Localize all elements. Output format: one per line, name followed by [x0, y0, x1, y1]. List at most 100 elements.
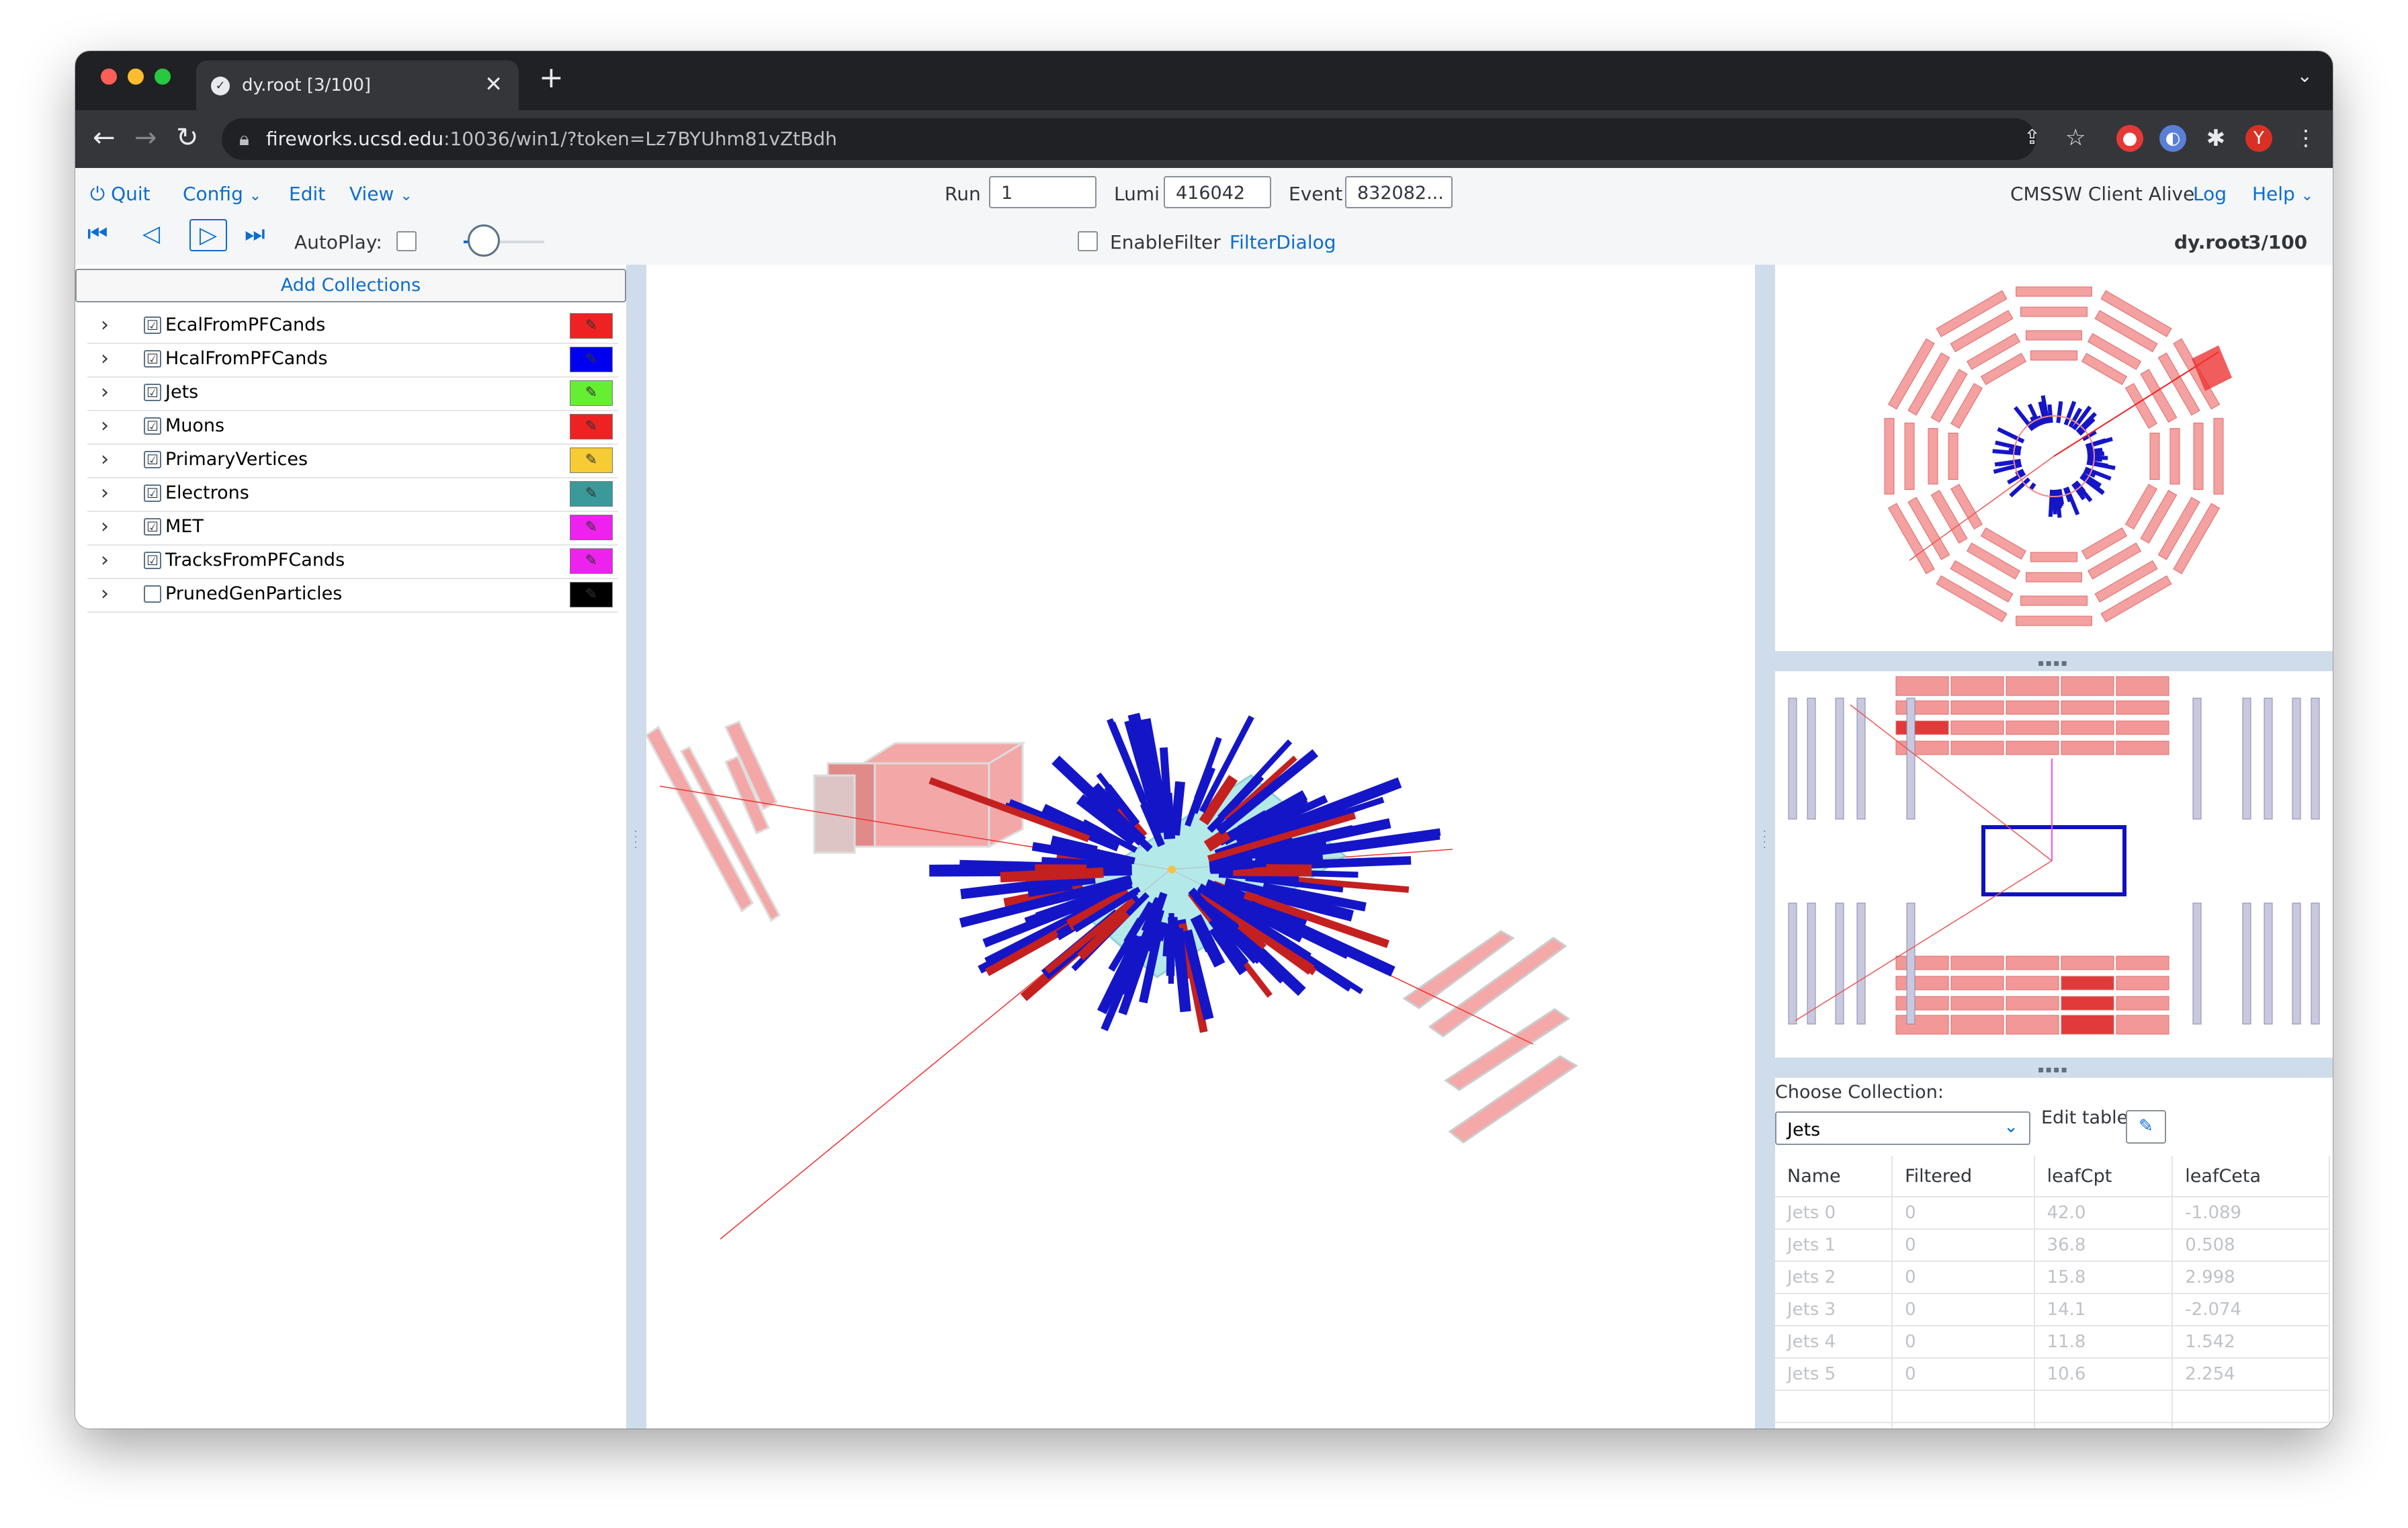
autoplay-checkbox[interactable] [396, 231, 417, 251]
play-icon[interactable]: ▷ [189, 219, 227, 251]
collection-row[interactable]: › ☑ PrimaryVertices ✎ [87, 443, 618, 478]
browser-menu-icon[interactable]: ⋮ [2295, 121, 2317, 155]
forward-button[interactable]: → [134, 121, 157, 155]
log-link[interactable]: Log [2193, 183, 2227, 205]
address-field[interactable]: 🔒︎ fireworks.ucsd.edu:10036/win1/?token=… [222, 118, 2036, 160]
horizontal-splitter[interactable]: ▪▪▪▪ [1775, 651, 2333, 671]
last-event-icon[interactable]: ⏭ [245, 220, 265, 247]
chevron-right-icon[interactable]: › [101, 582, 109, 605]
collection-row[interactable]: › ☑ EcalFromPFCands ✎ [87, 309, 618, 344]
collection-checkbox[interactable]: ☑ [144, 384, 161, 401]
collection-checkbox[interactable]: ☑ [144, 350, 161, 368]
color-swatch-pencil-icon[interactable]: ✎ [570, 548, 613, 574]
collection-checkbox[interactable]: ☑ [144, 417, 161, 435]
bookmark-star-icon[interactable]: ☆ [2065, 121, 2086, 155]
3d-event-view[interactable] [645, 265, 1755, 1429]
rz-view[interactable] [1775, 671, 2333, 1058]
collection-checkbox[interactable]: ☑ [144, 518, 161, 536]
vertical-splitter-left[interactable]: · · · · [626, 265, 646, 1429]
tab-close-icon[interactable]: ✕ [484, 71, 503, 97]
collection-label: HcalFromPFCands [165, 348, 328, 369]
chevron-right-icon[interactable]: › [101, 448, 109, 471]
chevron-right-icon[interactable]: › [101, 313, 109, 337]
table-row[interactable]: Jets 4 0 11.8 1.542 [1775, 1326, 2330, 1359]
collection-checkbox[interactable] [144, 585, 161, 603]
column-header[interactable]: Name [1775, 1156, 1893, 1197]
collection-checkbox[interactable]: ☑ [144, 451, 161, 468]
edit-table-pencil-icon[interactable]: ✎ [2126, 1110, 2166, 1144]
muon-chamber [1936, 575, 2008, 623]
column-header[interactable]: Filtered [1892, 1156, 2035, 1197]
chevron-right-icon[interactable]: › [101, 347, 109, 370]
collection-checkbox[interactable]: ☑ [144, 316, 161, 334]
collection-row[interactable]: › ☑ Muons ✎ [87, 410, 618, 445]
extensions-puzzle-icon[interactable]: ✱ [2202, 125, 2229, 152]
close-window-button[interactable] [101, 69, 117, 85]
lumi-input[interactable]: 416042 [1164, 176, 1271, 208]
collection-row[interactable]: › ☑ MET ✎ [87, 511, 618, 546]
table-row[interactable]: Jets 0 0 42.0 -1.089 [1775, 1197, 2330, 1230]
view-menu[interactable]: View ⌄ [349, 183, 413, 205]
horizontal-splitter[interactable]: ▪▪▪▪ [1775, 1058, 2333, 1078]
color-swatch-pencil-icon[interactable]: ✎ [570, 582, 613, 607]
collection-row[interactable]: › ☑ HcalFromPFCands ✎ [87, 343, 618, 378]
minimize-window-button[interactable] [128, 69, 144, 85]
color-swatch-pencil-icon[interactable]: ✎ [570, 448, 613, 473]
vertical-splitter-right[interactable]: · · · · [1755, 265, 1775, 1429]
collection-row[interactable]: › ☑ TracksFromPFCands ✎ [87, 544, 618, 579]
color-swatch-pencil-icon[interactable]: ✎ [570, 313, 613, 339]
table-row[interactable]: Jets 1 0 36.8 0.508 [1775, 1229, 2330, 1262]
chevron-right-icon[interactable]: › [101, 414, 109, 437]
extension-compass-icon[interactable]: ◐ [2159, 125, 2186, 152]
run-input[interactable]: 1 [989, 176, 1096, 208]
first-event-icon[interactable]: ⏮ [87, 220, 108, 247]
tab-search-icon[interactable]: ⌄ [2297, 65, 2313, 87]
table-row[interactable]: Jets 2 0 15.8 2.998 [1775, 1261, 2330, 1294]
help-menu[interactable]: Help ⌄ [2252, 183, 2313, 205]
share-icon[interactable]: ⇪ [2024, 121, 2040, 155]
config-menu[interactable]: Config ⌄ [183, 183, 261, 205]
color-swatch-pencil-icon[interactable]: ✎ [570, 380, 613, 406]
chevron-right-icon[interactable]: › [101, 380, 109, 404]
collection-row[interactable]: › PrunedGenParticles ✎ [87, 578, 618, 613]
color-swatch-pencil-icon[interactable]: ✎ [570, 414, 613, 439]
collection-checkbox[interactable]: ☑ [144, 552, 161, 569]
collection-checkbox[interactable]: ☑ [144, 484, 161, 502]
chevron-right-icon[interactable]: › [101, 548, 109, 572]
maximize-window-button[interactable] [155, 69, 171, 85]
url-host: fireworks.ucsd.edu [266, 128, 444, 150]
edit-menu[interactable]: Edit [289, 183, 325, 205]
rphi-view[interactable] [1775, 265, 2333, 651]
color-swatch-pencil-icon[interactable]: ✎ [570, 515, 613, 540]
extension-shield-icon[interactable]: ● [2116, 125, 2143, 152]
column-header[interactable]: leafCpt [2034, 1156, 2174, 1197]
table-row[interactable]: Jets 5 0 10.6 2.254 [1775, 1358, 2330, 1391]
speed-slider-handle[interactable] [468, 224, 500, 257]
table-cell [1892, 1390, 2035, 1423]
back-button[interactable]: ← [93, 121, 116, 155]
chevron-right-icon[interactable]: › [101, 481, 109, 505]
collection-row[interactable]: › ☑ Jets ✎ [87, 376, 618, 411]
color-swatch-pencil-icon[interactable]: ✎ [570, 481, 613, 507]
add-collections-button[interactable]: Add Collections [75, 269, 626, 302]
collection-select[interactable]: Jets ⌄ [1775, 1111, 2030, 1145]
reload-button[interactable]: ↻ [176, 121, 199, 155]
chevron-right-icon[interactable]: › [101, 515, 109, 538]
collection-row[interactable]: › ☑ Electrons ✎ [87, 477, 618, 512]
browser-tab[interactable]: ✓ dy.root [3/100] ✕ [196, 60, 519, 110]
endcap-bar [1807, 902, 1816, 1025]
event-input[interactable]: 832082... [1345, 176, 1453, 208]
muon-chamber [2193, 423, 2204, 490]
filter-dialog-link[interactable]: FilterDialog [1230, 231, 1336, 253]
profile-avatar-icon[interactable]: Y [2245, 125, 2272, 152]
color-swatch-pencil-icon[interactable]: ✎ [570, 347, 613, 372]
muon-chamber [2169, 428, 2180, 484]
new-tab-button[interactable]: + [539, 60, 564, 95]
table-row[interactable]: Jets 3 0 14.1 -2.074 [1775, 1293, 2330, 1326]
quit-menu[interactable]: ⏻ Quit [90, 183, 150, 206]
previous-event-icon[interactable]: ◁ [142, 220, 160, 247]
muon-chamber [2016, 286, 2092, 297]
column-header[interactable]: leafCeta [2172, 1156, 2330, 1197]
enable-filter-checkbox[interactable] [1078, 231, 1098, 251]
address-bar-row: ← → ↻ 🔒︎ fireworks.ucsd.edu:10036/win1/?… [75, 110, 2333, 168]
